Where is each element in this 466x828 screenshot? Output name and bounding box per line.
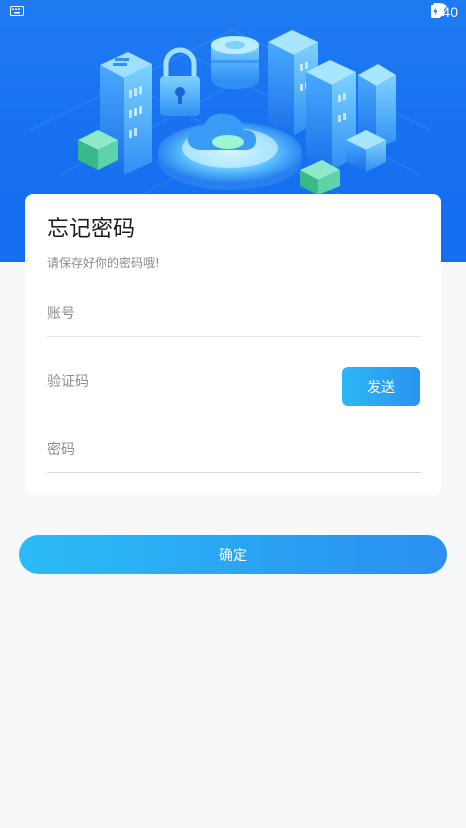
battery-icon xyxy=(430,3,440,18)
status-bar: 4:40 xyxy=(0,0,466,24)
forgot-password-card: 忘记密码 请保存好你的密码哦! 发送 xyxy=(25,194,441,495)
page-title: 忘记密码 xyxy=(47,217,136,242)
account-input[interactable] xyxy=(47,299,421,329)
verification-code-field xyxy=(47,367,327,405)
confirm-button[interactable]: 确定 xyxy=(19,535,447,574)
page-subtitle: 请保存好你的密码哦! xyxy=(47,256,160,270)
account-field xyxy=(47,299,421,337)
send-code-button[interactable]: 发送 xyxy=(342,367,420,406)
keyboard-icon xyxy=(10,6,24,16)
verification-code-input[interactable] xyxy=(47,367,327,397)
account-underline xyxy=(47,336,421,337)
password-underline xyxy=(47,472,421,473)
password-input[interactable] xyxy=(47,435,421,465)
password-field xyxy=(47,435,421,473)
